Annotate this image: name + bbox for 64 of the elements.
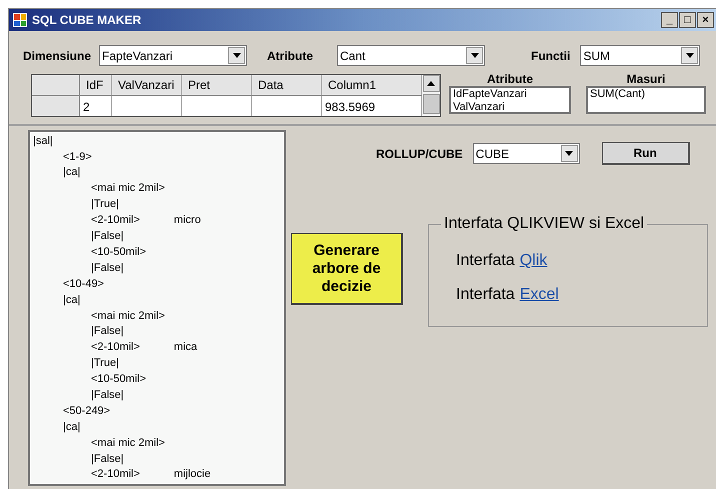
window-control-button[interactable]: □: [679, 12, 696, 28]
filter-dropdown[interactable]: FapteVanzari: [99, 45, 248, 66]
window-control-button[interactable]: _: [661, 12, 678, 28]
tree-node-label: <mai mic 2mil>: [91, 181, 165, 196]
interface-link[interactable]: Excel: [520, 285, 559, 305]
tree-node-label: <2-10mil>: [91, 213, 140, 228]
tree-node-label: <mai mic 2mil>: [91, 436, 165, 451]
column-header[interactable]: Pret: [182, 75, 252, 96]
column-header[interactable]: ValVanzari: [112, 75, 182, 96]
interface-label: Interfata: [456, 285, 515, 305]
filter-dropdown[interactable]: Cant: [337, 45, 486, 66]
run-button[interactable]: Run: [602, 142, 690, 165]
table-cell: [252, 96, 322, 116]
tree-node-label: <mai mic 2mil>: [91, 308, 165, 324]
list-item[interactable]: SUM(Cant): [590, 88, 702, 101]
tree-node-label: |True|: [91, 197, 119, 212]
groupbox-title: Interfata QLIKVIEW si Excel: [441, 214, 648, 234]
tree-node-label: |ca|: [63, 292, 80, 308]
list-item[interactable]: IdFapteVanzari: [453, 88, 567, 101]
list-title: Atribute: [487, 71, 533, 86]
column-header[interactable]: IdF: [80, 75, 112, 96]
rollup-dropdown[interactable]: CUBE: [472, 143, 580, 164]
table-cell: 983.5969: [322, 96, 422, 116]
tree-leaf-result: micro: [174, 213, 201, 228]
column-header[interactable]: Data: [252, 75, 322, 96]
tree-node-label: |ca|: [63, 165, 80, 180]
row-header[interactable]: [32, 96, 80, 116]
list-title: Masuri: [626, 71, 666, 86]
tree-node-label: <50-249>: [63, 404, 110, 419]
table-cell: 2: [80, 96, 112, 116]
tree-node-label: |ca|: [63, 420, 80, 435]
tree-node-label: |False|: [91, 452, 124, 467]
tree-leaf-result: mica: [174, 340, 198, 356]
tree-node-label: |False|: [91, 388, 124, 403]
table-cell: [182, 96, 252, 116]
scroll-up-icon: [422, 75, 440, 92]
filter-label: Functii: [531, 48, 570, 64]
tree-node-label: |False|: [91, 229, 124, 244]
rollup-label: ROLLUP/CUBE: [376, 146, 463, 162]
tree-node-label: |True|: [91, 356, 119, 372]
interface-link[interactable]: Qlik: [520, 251, 548, 271]
filter-label: Dimensiune: [23, 48, 92, 64]
tree-node-label: <10-50mil>: [91, 372, 146, 388]
window-title: SQL CUBE MAKER: [32, 12, 142, 29]
list-box[interactable]: IdFapteVanzari ValVanzari: [449, 86, 571, 114]
table-cell: [112, 96, 182, 116]
filter-label: Atribute: [267, 48, 314, 64]
tree-node-label: <1-9>: [63, 150, 92, 165]
tree-node-label: <2-10mil>: [91, 467, 140, 482]
filter-dropdown[interactable]: SUM: [580, 45, 700, 66]
interface-label: Interfata: [456, 251, 515, 271]
tree-leaf-result: mijlocie: [174, 467, 211, 482]
list-box[interactable]: SUM(Cant): [586, 86, 706, 114]
window-control-button[interactable]: ×: [697, 12, 714, 28]
decision-tree-button[interactable]: Generare arbore de decizie: [291, 233, 403, 305]
tree-node-label: <2-10mil>: [91, 340, 140, 356]
tree-node-label: <10-50mil>: [91, 244, 146, 260]
tree-node-label: |False|: [91, 260, 124, 276]
app-icon: [13, 13, 27, 27]
list-item[interactable]: ValVanzari: [453, 101, 567, 112]
tree-node-label: <10-49>: [63, 276, 104, 292]
tree-node-label: |sal|: [33, 134, 53, 149]
scrollbar[interactable]: [422, 75, 440, 116]
tree-node-label: |False|: [91, 324, 124, 340]
